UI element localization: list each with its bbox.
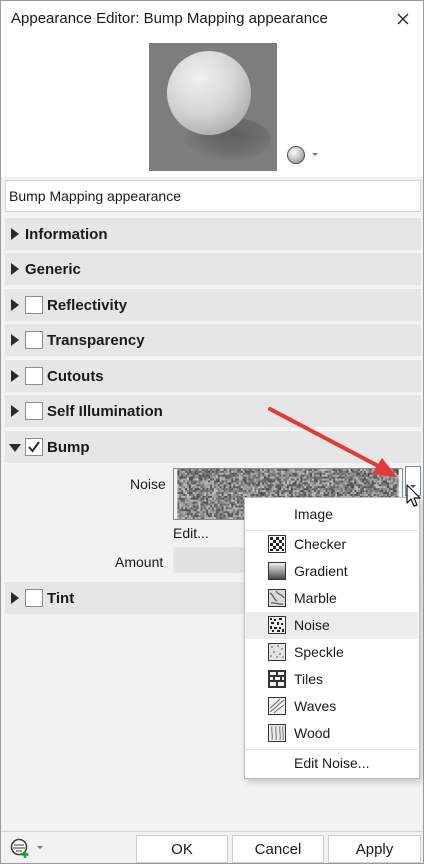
reflectivity-checkbox[interactable] xyxy=(25,296,43,314)
expand-arrow-icon[interactable] xyxy=(10,228,20,240)
apply-button[interactable]: Apply xyxy=(328,835,421,863)
menu-item-edit-noise[interactable]: Edit Noise... xyxy=(246,750,418,777)
menu-item-wood[interactable]: Wood xyxy=(246,720,418,747)
amount-label: Amount xyxy=(115,554,164,570)
menu-item-tiles[interactable]: Tiles xyxy=(246,666,418,693)
section-cutouts[interactable]: Cutouts xyxy=(5,359,421,392)
menu-item-waves[interactable]: Waves xyxy=(246,693,418,720)
collapse-arrow-icon[interactable] xyxy=(9,443,21,453)
section-generic-label: Generic xyxy=(25,261,81,278)
waves-icon xyxy=(268,697,286,715)
amount-field[interactable] xyxy=(173,547,247,573)
sphere-shape-icon[interactable] xyxy=(286,145,322,165)
menu-item-gradient[interactable]: Gradient xyxy=(246,558,418,585)
edit-texture-link[interactable]: Edit... xyxy=(173,525,209,541)
transparency-checkbox[interactable] xyxy=(25,331,43,349)
section-transparency-label: Transparency xyxy=(47,332,145,349)
ok-button[interactable]: OK xyxy=(136,835,228,863)
menu-item-label: Waves xyxy=(294,698,337,714)
tiles-icon xyxy=(268,670,286,688)
checker-icon xyxy=(268,535,286,553)
expand-arrow-icon[interactable] xyxy=(10,370,20,382)
expand-arrow-icon[interactable] xyxy=(10,334,20,346)
menu-item-label: Noise xyxy=(294,617,330,633)
section-bump-label: Bump xyxy=(47,439,90,456)
section-self-illumination[interactable]: Self Illumination xyxy=(5,394,421,427)
expand-arrow-icon[interactable] xyxy=(10,263,20,275)
menu-item-label: Checker xyxy=(294,536,347,552)
tint-checkbox[interactable] xyxy=(25,589,43,607)
close-icon[interactable] xyxy=(391,7,415,31)
texture-type-menu: Image Checker Gradient Marble Noise Spec… xyxy=(244,497,420,779)
checkmark-icon xyxy=(28,441,40,453)
section-bump[interactable]: Bump xyxy=(5,430,421,463)
expand-arrow-icon[interactable] xyxy=(10,592,20,604)
menu-item-label: Marble xyxy=(294,590,337,606)
noise-label: Noise xyxy=(130,476,166,492)
section-cutouts-label: Cutouts xyxy=(47,368,104,385)
section-reflectivity-label: Reflectivity xyxy=(47,297,128,314)
menu-item-noise[interactable]: Noise xyxy=(246,612,418,639)
noise-icon xyxy=(268,616,286,634)
speckle-icon xyxy=(268,643,286,661)
preview-sphere xyxy=(167,51,251,135)
title-bar: Appearance Editor: Bump Mapping appearan… xyxy=(1,1,423,37)
appearance-library-icon[interactable] xyxy=(9,837,45,859)
section-generic[interactable]: Generic xyxy=(5,252,421,285)
wood-icon xyxy=(268,724,286,742)
bump-checkbox[interactable] xyxy=(25,438,43,456)
menu-item-marble[interactable]: Marble xyxy=(246,585,418,612)
section-information[interactable]: Information xyxy=(5,217,421,250)
menu-item-label: Gradient xyxy=(294,563,348,579)
menu-item-label: Edit Noise... xyxy=(294,755,370,771)
expand-arrow-icon[interactable] xyxy=(10,299,20,311)
menu-item-checker[interactable]: Checker xyxy=(246,531,418,558)
self-illumination-checkbox[interactable] xyxy=(25,402,43,420)
appearance-name-field[interactable]: Bump Mapping appearance xyxy=(5,180,421,212)
menu-item-label: Image xyxy=(294,506,333,522)
gradient-icon xyxy=(268,562,286,580)
section-information-label: Information xyxy=(25,226,108,243)
menu-item-label: Speckle xyxy=(294,644,344,660)
marble-icon xyxy=(268,589,286,607)
menu-item-image[interactable]: Image xyxy=(246,501,418,528)
cutouts-checkbox[interactable] xyxy=(25,367,43,385)
section-reflectivity[interactable]: Reflectivity xyxy=(5,288,421,321)
menu-item-label: Tiles xyxy=(294,671,324,687)
expand-arrow-icon[interactable] xyxy=(10,405,20,417)
section-self-illumination-label: Self Illumination xyxy=(47,403,163,420)
menu-item-label: Wood xyxy=(294,725,331,741)
dialog-footer: OK Cancel Apply xyxy=(1,831,423,863)
menu-item-speckle[interactable]: Speckle xyxy=(246,639,418,666)
cancel-button[interactable]: Cancel xyxy=(232,835,324,863)
material-preview xyxy=(149,43,277,171)
mouse-cursor-icon xyxy=(406,484,421,507)
preview-area xyxy=(1,37,423,177)
section-tint-label: Tint xyxy=(47,590,75,607)
section-transparency[interactable]: Transparency xyxy=(5,323,421,356)
window-title: Appearance Editor: Bump Mapping appearan… xyxy=(11,10,328,27)
